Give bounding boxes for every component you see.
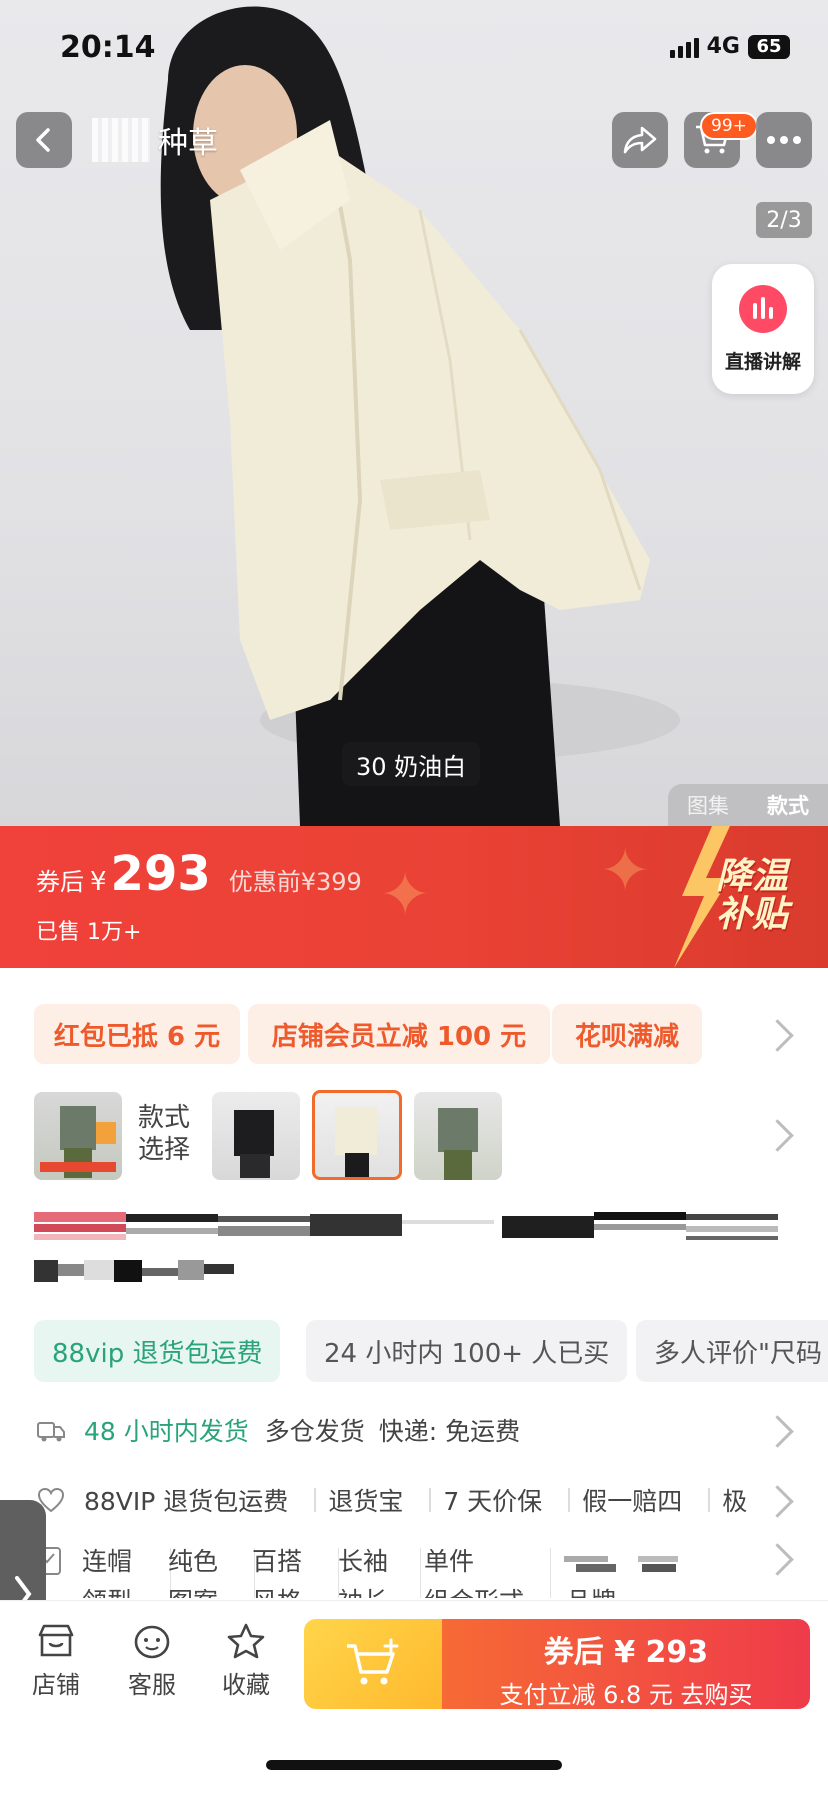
service-label: 客服: [128, 1671, 176, 1699]
store-icon: [38, 1624, 74, 1657]
promo-badge[interactable]: 降温 补贴: [660, 826, 828, 968]
coupon-huabei[interactable]: 花呗满减: [552, 1004, 702, 1064]
live-label: 直播讲解: [724, 350, 801, 373]
sku-thumb-2[interactable]: [212, 1092, 300, 1180]
customer-service-icon: [134, 1625, 170, 1659]
attr-key: 图案: [168, 1582, 218, 1598]
price-amount: 293: [110, 846, 211, 902]
store-button[interactable]: 店铺: [16, 1623, 96, 1700]
back-button[interactable]: [16, 112, 72, 168]
buy-now-button[interactable]: 券后 ¥ 293 支付立减 6.8 元 去购买: [442, 1619, 810, 1709]
service-item: 88VIP 退货包运费: [84, 1487, 289, 1516]
attr-key: 组合形式: [424, 1582, 524, 1598]
sold-count: 已售 1万+: [36, 920, 142, 945]
store-brand[interactable]: 种草: [92, 118, 218, 162]
tag-vip-return[interactable]: 88vip 退货包运费: [34, 1320, 281, 1382]
sku-thumb-1[interactable]: [34, 1092, 122, 1180]
buy-subtext: 支付立减 6.8 元 去购买: [499, 1681, 753, 1709]
attr-divider: [420, 1548, 421, 1598]
express-fee: 快递: 免运费: [378, 1417, 521, 1446]
favorite-label: 收藏: [222, 1671, 270, 1699]
live-icon: [739, 284, 787, 333]
attr-key: 品牌: [566, 1582, 616, 1598]
attributes-row[interactable]: 连帽 领型 纯色 图案 百搭 风格 长袖 袖长 单件 组合形式 品牌: [36, 1542, 776, 1598]
price-banner: ✦ ✦ 券后 ¥ 293 优惠前¥399 已售 1万+ 降温 补贴: [0, 826, 828, 968]
chevron-right-icon[interactable]: [761, 1119, 794, 1152]
star-icon: [227, 1623, 265, 1659]
product-hero-image[interactable]: 20:14 4G 65 种草 99+ 2/3 直播讲解 30 奶油白 图集 款式: [0, 0, 828, 826]
signal-icon: [669, 36, 699, 58]
coupon-member[interactable]: 店铺会员立减 100 元: [248, 1004, 550, 1064]
tab-gallery[interactable]: 图集: [687, 790, 729, 820]
sku-image: [438, 1108, 478, 1180]
services-row[interactable]: 88VIP 退货包运费 退货宝 7 天价保 假一赔四 极: [36, 1480, 776, 1520]
sku-thumb-3-selected[interactable]: [312, 1090, 402, 1180]
attr-value: 纯色: [168, 1547, 219, 1576]
sku-thumb-4[interactable]: [414, 1092, 502, 1180]
attr-value: 百搭: [252, 1547, 303, 1576]
leaf-decoration: ✦: [380, 860, 431, 930]
more-dots-icon: [767, 136, 801, 144]
view-tabs: 图集 款式: [668, 784, 828, 826]
multi-warehouse: 多仓发货: [264, 1417, 365, 1446]
attr-value: 单件: [424, 1547, 475, 1576]
share-button[interactable]: [612, 112, 668, 168]
chevron-right-icon[interactable]: [761, 1019, 794, 1052]
battery-icon: 65: [748, 34, 790, 59]
product-title-redacted: [34, 1212, 778, 1282]
favorite-button[interactable]: 收藏: [206, 1623, 286, 1700]
tag-reviews[interactable]: 多人评价"尺码: [636, 1320, 828, 1382]
promo-text: 降温 补贴: [716, 856, 789, 935]
share-icon: [623, 126, 657, 154]
price-currency: ¥: [90, 867, 107, 897]
tab-style[interactable]: 款式: [767, 790, 809, 820]
sku-image: [40, 1106, 116, 1178]
price-prefix: 券后: [36, 868, 84, 896]
store-label: 店铺: [32, 1671, 80, 1699]
service-item: 7 天价保: [443, 1487, 543, 1516]
status-time: 20:14: [60, 30, 156, 65]
sku-image: [234, 1110, 274, 1178]
service-item: 假一赔四: [582, 1487, 683, 1516]
sku-label: 款式 选择: [138, 1103, 191, 1165]
tag-recent-buyers[interactable]: 24 小时内 100+ 人已买: [306, 1320, 628, 1382]
service-item: 极: [722, 1487, 748, 1516]
gallery-counter: 2/3: [756, 202, 812, 238]
add-to-cart-button[interactable]: [304, 1619, 442, 1709]
attr-value: 长袖: [338, 1547, 389, 1576]
add-cart-icon: [347, 1638, 399, 1685]
attr-key: 袖长: [338, 1582, 388, 1598]
attr-key: 领型: [82, 1582, 132, 1598]
attr-divider: [550, 1548, 551, 1598]
brand-tab-label: 种草: [158, 126, 218, 161]
leaf-decoration: ✦: [600, 836, 651, 906]
cart-count-badge: 99+: [700, 112, 758, 140]
service-item: 退货宝: [328, 1487, 404, 1516]
sku-image: [335, 1107, 377, 1177]
more-button[interactable]: [756, 112, 812, 168]
buy-price: 券后 ¥ 293: [543, 1635, 709, 1670]
shipping-row[interactable]: 48 小时内发货 多仓发货 快递: 免运费: [36, 1410, 776, 1450]
ship-time: 48 小时内发货: [84, 1417, 249, 1446]
live-explain-button[interactable]: 直播讲解: [712, 264, 814, 394]
coupon-red-packet[interactable]: 红包已抵 6 元: [34, 1004, 240, 1064]
color-label: 30 奶油白: [342, 742, 481, 786]
brand-value-redacted: [564, 1556, 678, 1572]
service-button[interactable]: 客服: [112, 1623, 192, 1700]
truck-icon: [37, 1422, 65, 1442]
status-bar: 20:14 4G 65: [0, 30, 828, 70]
attr-key: 风格: [252, 1582, 302, 1598]
chevron-left-icon: [36, 128, 50, 152]
original-price: 优惠前¥399: [228, 868, 362, 896]
brand-logo: [92, 118, 150, 162]
home-indicator[interactable]: [266, 1760, 562, 1770]
attr-value: 连帽: [82, 1547, 133, 1576]
network-type: 4G: [706, 34, 740, 59]
